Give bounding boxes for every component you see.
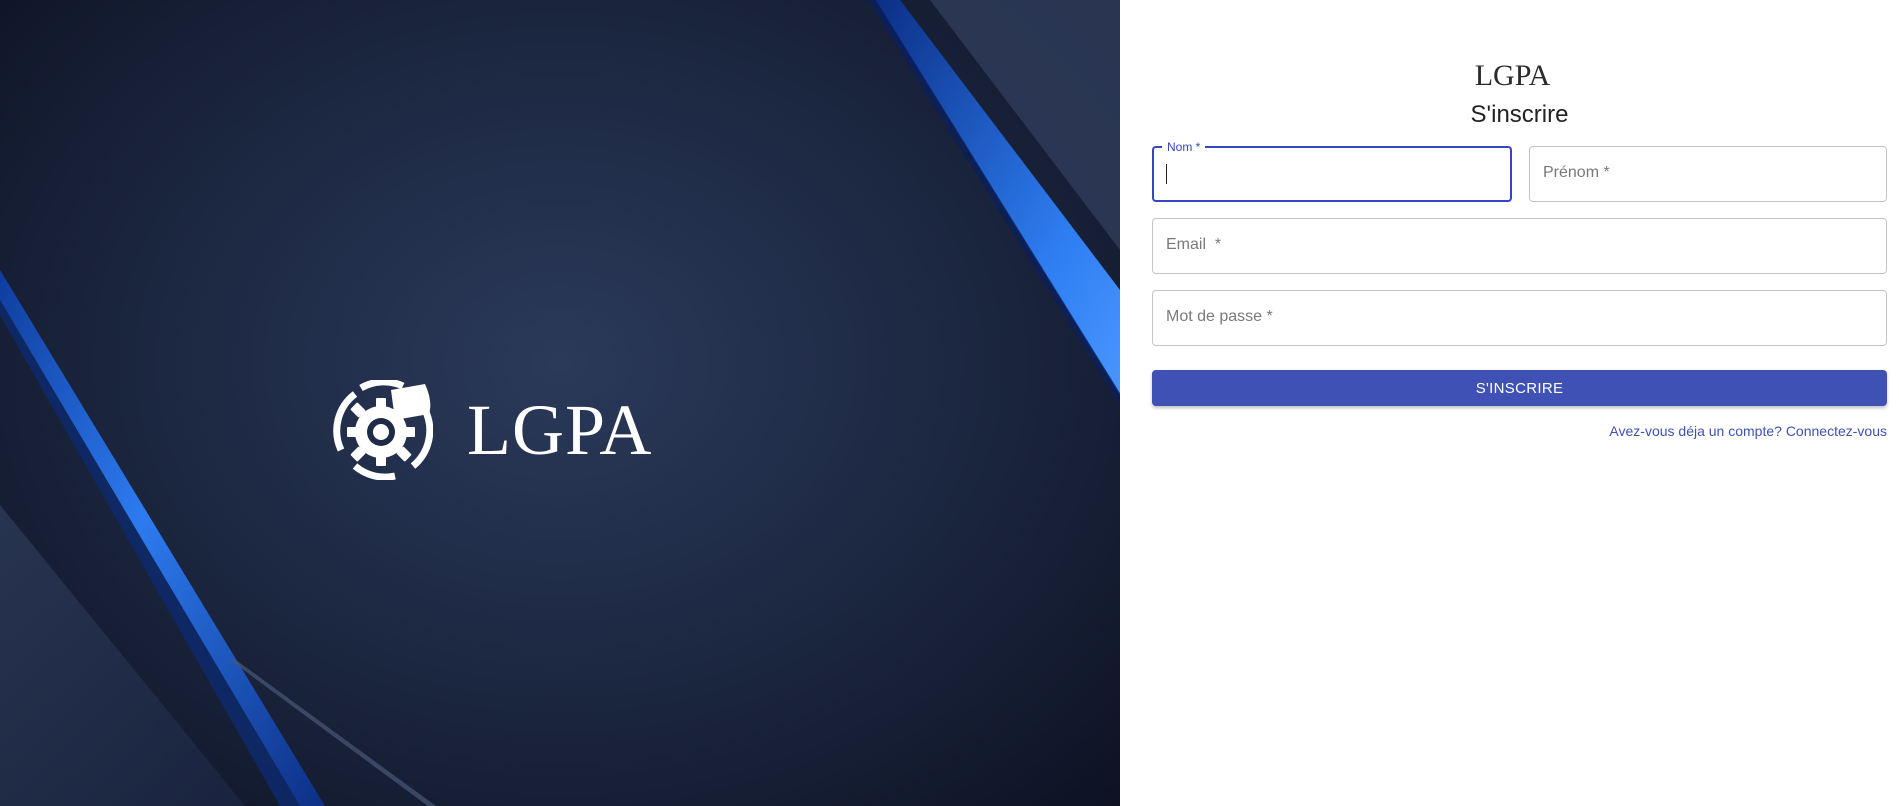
password-field[interactable]: Mot de passe * bbox=[1152, 290, 1887, 346]
signin-link[interactable]: Avez-vous déja un compte? Connectez-vous bbox=[1152, 423, 1887, 439]
name-row: Nom * Prénom * bbox=[1152, 140, 1887, 202]
prenom-field[interactable]: Prénom * bbox=[1529, 146, 1887, 202]
brand-name: LGPA bbox=[467, 390, 653, 470]
signup-form: LGPA S'inscrire Nom * Prénom * Email * M… bbox=[1152, 0, 1887, 439]
hero-panel: LGPA bbox=[0, 0, 1120, 806]
brand-lockup: LGPA bbox=[333, 380, 652, 480]
email-field[interactable]: Email * bbox=[1152, 218, 1887, 274]
app-title: LGPA bbox=[1474, 59, 1551, 92]
password-row: Mot de passe * bbox=[1152, 290, 1887, 346]
text-caret bbox=[1166, 164, 1167, 184]
signup-button[interactable]: S'INSCRIRE bbox=[1152, 370, 1887, 406]
form-title: S'inscrire bbox=[1470, 101, 1569, 128]
nom-label: Nom * bbox=[1162, 140, 1206, 154]
signup-panel: LGPA S'inscrire Nom * Prénom * Email * M… bbox=[1120, 0, 1899, 806]
password-placeholder: Mot de passe * bbox=[1166, 308, 1273, 325]
nom-field[interactable]: Nom * bbox=[1152, 140, 1512, 202]
email-placeholder: Email * bbox=[1166, 236, 1222, 253]
gear-gauge-icon bbox=[333, 380, 433, 480]
signup-page: LGPA LGPA S'inscrire Nom * Prénom * Emai… bbox=[0, 0, 1899, 806]
prenom-placeholder: Prénom * bbox=[1543, 164, 1610, 181]
email-row: Email * bbox=[1152, 218, 1887, 274]
